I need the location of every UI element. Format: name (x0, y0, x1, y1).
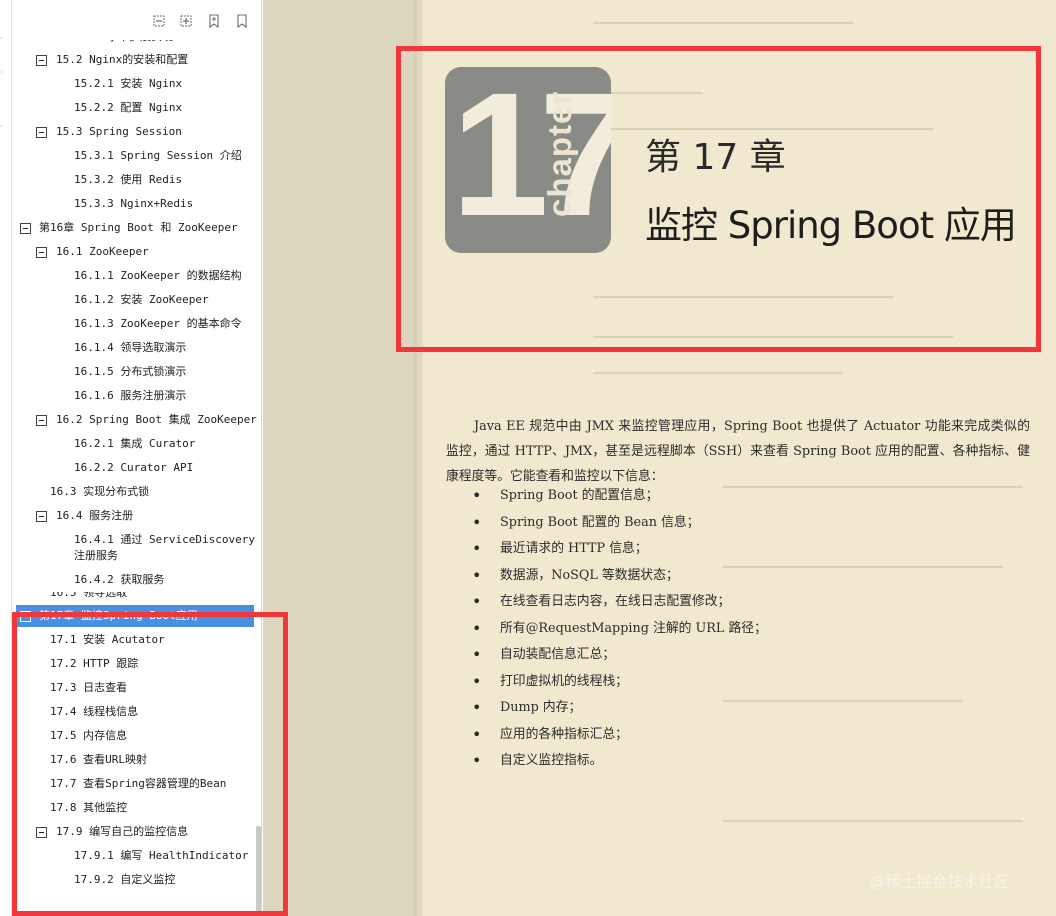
bookmark-label: 16.1.5 分布式锁演示 (74, 365, 187, 378)
feature-bullet-item: 所有@RequestMapping 注解的 URL 路径； (472, 616, 992, 643)
bookmark-item[interactable]: 16.4.2 获取服务 (12, 568, 256, 592)
bookmark-label: 16.1 ZooKeeper (56, 245, 149, 258)
intro-paragraph: Java EE 规范中由 JMX 来监控管理应用，Spring Boot 也提供… (446, 419, 1030, 484)
feature-bullet-list: Spring Boot 的配置信息；Spring Boot 配置的 Bean 信… (472, 483, 992, 775)
bookmark-icon[interactable] (234, 13, 250, 29)
bookmark-label: 15.2.1 安装 Nginx (74, 77, 183, 90)
bookmark-label: 16.1.1 ZooKeeper 的数据结构 (74, 269, 242, 282)
bookmark-item[interactable]: 16.5 领导选取 (12, 592, 256, 604)
bookmark-item[interactable]: 16.1.1 ZooKeeper 的数据结构 (12, 264, 256, 288)
expand-all-icon[interactable] (178, 13, 194, 29)
bookmark-item[interactable]: 16.2.1 集成 Curator (12, 432, 256, 456)
feature-bullet-item: Dump 内存； (472, 695, 992, 722)
collapse-all-icon[interactable] (151, 13, 167, 29)
strip-marker: · (0, 122, 3, 131)
bookmark-item[interactable]: 16.1.5 分布式锁演示 (12, 360, 256, 384)
bookmark-label: 16.5 领导选取 (50, 592, 128, 599)
feature-bullet-item: 数据源，NoSQL 等数据状态； (472, 563, 992, 590)
bookmark-label: 15.3.1 Spring Session 介绍 (74, 149, 242, 162)
bookmark-item[interactable]: 16.2.2 Curator API (12, 456, 256, 480)
bookmark-label: 16.2.2 Curator API (74, 461, 194, 474)
feature-bullet-item: Spring Boot 配置的 Bean 信息； (472, 510, 992, 537)
bookmark-toolbar (12, 0, 261, 40)
bookmark-label: 16.1.6 服务注册演示 (74, 389, 187, 402)
bookmark-item[interactable]: 16.4 服务注册 (12, 504, 256, 528)
collapse-toggle-icon[interactable] (36, 511, 47, 522)
bleed-through-text (723, 820, 1023, 822)
bookmark-item[interactable]: 15.3.3 Nginx+Redis (12, 192, 256, 216)
strip-marker: · (0, 68, 3, 77)
bookmark-item[interactable]: 15.2 Nginx的安装和配置 (12, 48, 256, 72)
bookmark-label: 16.1.2 安装 ZooKeeper (74, 293, 209, 306)
bookmark-label: 16.4 服务注册 (56, 509, 134, 522)
feature-bullet-item: 自定义监控指标。 (472, 748, 992, 775)
bookmark-label: 15.2 Nginx的安装和配置 (56, 53, 189, 66)
bookmark-item[interactable]: 16.1.3 ZooKeeper 的基本命令 (12, 312, 256, 336)
feature-bullet-item: 最近请求的 HTTP 信息； (472, 536, 992, 563)
bookmark-label: 16.1.4 领导选取演示 (74, 341, 187, 354)
bookmark-item[interactable]: 15.2.2 配置 Nginx (12, 96, 256, 120)
bookmark-item[interactable]: 16.1.4 领导选取演示 (12, 336, 256, 360)
feature-bullet-item: 应用的各种指标汇总； (472, 722, 992, 749)
feature-bullet-item: 自动装配信息汇总； (472, 642, 992, 669)
bookmark-label: 16.3 实现分布式锁 (50, 485, 150, 498)
collapse-toggle-icon[interactable] (36, 55, 47, 66)
bookmark-label: 15.3 Spring Session (56, 125, 182, 138)
bookmark-label: 16.4.1 通过 ServiceDiscovery 注册服务 (74, 533, 255, 562)
bookmark-item[interactable]: 16.4.1 通过 ServiceDiscovery 注册服务 (12, 528, 256, 568)
bleed-through-text (593, 22, 853, 24)
bookmark-label: 16.4.2 获取服务 (74, 573, 165, 586)
bleed-through-text (593, 372, 843, 374)
bookmark-label: 15.2.2 配置 Nginx (74, 101, 183, 114)
highlight-box-chapter-title (396, 46, 1041, 352)
bookmark-item[interactable]: 16.2 Spring Boot 集成 ZooKeeper (12, 408, 257, 432)
feature-bullet-item: Spring Boot 的配置信息； (472, 483, 992, 510)
bookmark-label: 16.2.1 集成 Curator (74, 437, 196, 450)
bookmark-item[interactable]: 15.3 Spring Session (12, 120, 256, 144)
bookmark-item[interactable]: 16.1 ZooKeeper (12, 240, 256, 264)
bookmark-item[interactable]: 16.1.2 安装 ZooKeeper (12, 288, 256, 312)
bookmark-item[interactable]: 16.1.6 服务注册演示 (12, 384, 256, 408)
bookmark-item[interactable]: 16.3 实现分布式锁 (12, 480, 256, 504)
bookmark-label: 15.3.3 Nginx+Redis (74, 197, 194, 210)
strip-marker: · (0, 34, 3, 43)
left-sidebar-strip: · · · (0, 0, 12, 916)
collapse-toggle-icon[interactable] (36, 127, 47, 138)
collapse-toggle-icon[interactable] (36, 415, 47, 426)
watermark-text: @稀土掘金技术社区 (870, 873, 1010, 891)
highlight-box-bookmarks (12, 612, 288, 916)
bookmark-label: 第16章 Spring Boot 和 ZooKeeper (39, 221, 238, 234)
collapse-toggle-icon[interactable] (36, 247, 47, 258)
collapse-toggle-icon[interactable] (20, 223, 31, 234)
bookmark-label: 15.3.2 使用 Redis (74, 173, 183, 186)
bookmark-item[interactable]: 15.2.1 安装 Nginx (12, 72, 256, 96)
feature-bullet-item: 在线查看日志内容，在线日志配置修改； (472, 589, 992, 616)
bookmark-item[interactable]: 15.3.1 Spring Session 介绍 (12, 144, 256, 168)
bookmark-item[interactable]: 第16章 Spring Boot 和 ZooKeeper (12, 216, 256, 240)
feature-bullet-item: 打印虚拟机的线程栈； (472, 669, 992, 696)
bookmark-label: 16.2 Spring Boot 集成 ZooKeeper (56, 413, 257, 426)
bookmark-item[interactable]: 15.3.2 使用 Redis (12, 168, 256, 192)
add-bookmark-icon[interactable] (206, 13, 222, 29)
bookmark-label: 16.1.3 ZooKeeper 的基本命令 (74, 317, 242, 330)
